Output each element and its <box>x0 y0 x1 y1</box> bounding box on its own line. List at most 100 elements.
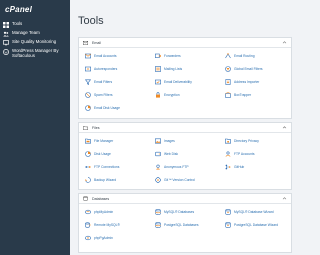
tool-label: phpPgAdmin <box>94 236 113 240</box>
tool-remote-mysql[interactable]: Remote MySQL® <box>85 221 120 229</box>
email-filters-icon <box>85 79 91 85</box>
ftp-connections-icon <box>85 166 91 168</box>
backup-wizard-icon <box>85 177 91 183</box>
tool-label: FTP Accounts <box>234 152 255 156</box>
sidebar-item-manage-team[interactable]: Manage Team <box>0 29 70 38</box>
tool-label: Mailing Lists <box>164 67 183 71</box>
tool-label: Email Filters <box>94 80 113 84</box>
spam-filters-icon <box>85 92 91 98</box>
tool-email-filters[interactable]: Email Filters <box>85 78 112 86</box>
tool-email-disk-usage[interactable]: Email Disk Usage <box>85 104 120 112</box>
tool-label: Images <box>164 139 175 143</box>
boxtrapper-icon <box>225 92 231 98</box>
cpanel-logo[interactable]: cPanel <box>5 5 32 14</box>
tool-label: Email Disk Usage <box>94 106 121 110</box>
email-accounts-icon <box>85 53 91 59</box>
tool-label: BoxTrapper <box>234 93 252 97</box>
chevron-up-icon[interactable] <box>282 125 287 130</box>
tool-postgresql-databases[interactable]: PostgreSQL Databases <box>155 221 199 229</box>
databases-panel-header[interactable]: Databases <box>79 194 291 204</box>
remote-mysql-icon <box>85 222 91 228</box>
wordpress-icon: W <box>3 49 9 55</box>
file-manager-icon <box>85 138 91 144</box>
sidebar-item-tools[interactable]: Tools <box>0 20 70 29</box>
tool-label: phpMyAdmin <box>94 210 114 214</box>
encryption-icon <box>156 92 160 98</box>
page-title: Tools <box>78 15 104 27</box>
sidebar-item-label: WordPress Manager By Softaculous <box>12 48 59 58</box>
sidebar-item-label: Tools <box>12 21 23 26</box>
tool-boxtrapper[interactable]: BoxTrapper <box>225 91 251 99</box>
tool-directory-privacy[interactable]: Directory Privacy <box>225 137 259 145</box>
main-content: Tools Email Email Accounts Forwarders Em… <box>70 0 300 255</box>
tool-phpmyadmin[interactable]: phpMyAdmin <box>85 208 113 216</box>
postgresql-databases-icon <box>155 222 161 228</box>
git-icon <box>225 164 231 170</box>
tool-mailing-lists[interactable]: Mailing Lists <box>155 65 182 73</box>
team-icon <box>3 31 9 37</box>
chevron-up-icon[interactable] <box>282 196 287 201</box>
files-panel-header[interactable]: Files <box>79 123 291 133</box>
directory-privacy-icon <box>225 138 231 144</box>
database-icon <box>83 196 88 201</box>
sidebar-item-label: Manage Team <box>12 30 40 35</box>
sidebar-nav: Tools Manage Team Site Quality Monitorin… <box>0 20 70 59</box>
disk-usage-icon <box>85 151 91 157</box>
tool-label: Directory Privacy <box>234 139 259 143</box>
phppgadmin-icon <box>85 235 91 241</box>
tool-label: Anonymous FTP <box>164 165 189 169</box>
git-version-control-icon <box>155 177 161 183</box>
tool-git-version-control[interactable]: Git™ Version Control <box>155 176 195 184</box>
tool-forwarders[interactable]: Forwarders <box>155 52 181 60</box>
tool-ftp-connections[interactable]: FTP Connections <box>85 163 119 171</box>
tool-label: PostgreSQL Databases <box>164 223 199 227</box>
tool-email-deliverability[interactable]: Email Deliverability <box>155 78 192 86</box>
tool-label: Address Importer <box>234 80 260 84</box>
tool-label: FTP Connections <box>94 165 120 169</box>
tool-encryption[interactable]: Encryption <box>155 91 180 99</box>
tool-anonymous-ftp[interactable]: Anonymous FTP <box>155 163 189 171</box>
email-panel-header[interactable]: Email <box>79 38 291 48</box>
tool-label: Email Routing <box>234 54 255 58</box>
tool-images[interactable]: Images <box>155 137 175 145</box>
sidebar-item-label: Site Quality Monitoring <box>12 39 57 44</box>
tool-email-accounts[interactable]: Email Accounts <box>85 52 117 60</box>
mysql-databases-icon <box>155 209 161 215</box>
tool-label: Git™ Version Control <box>164 178 195 182</box>
tool-phppgadmin[interactable]: phpPgAdmin <box>85 234 113 242</box>
tool-address-importer[interactable]: Address Importer <box>225 78 259 86</box>
tool-disk-usage[interactable]: Disk Usage <box>85 150 111 158</box>
folder-icon <box>83 125 88 130</box>
tool-file-manager[interactable]: File Manager <box>85 137 113 145</box>
tool-email-routing[interactable]: Email Routing <box>225 52 255 60</box>
tool-github[interactable]: GitHub <box>225 163 244 171</box>
tool-autoresponders[interactable]: Autoresponders <box>85 65 117 73</box>
tool-label: Forwarders <box>164 54 181 58</box>
address-importer-icon <box>225 79 231 85</box>
tool-postgresql-database-wizard[interactable]: PostgreSQL Database Wizard <box>225 221 278 229</box>
tool-spam-filters[interactable]: Spam Filters <box>85 91 113 99</box>
tool-mysql-database-wizard[interactable]: MySQL® Database Wizard <box>225 208 274 216</box>
tool-ftp-accounts[interactable]: FTP Accounts <box>225 150 254 158</box>
sidebar-item-wordpress-manager[interactable]: W WordPress Manager By Softaculous <box>0 47 70 59</box>
images-icon <box>155 138 161 144</box>
monitor-icon <box>3 40 9 46</box>
tool-label: Autoresponders <box>94 67 118 71</box>
forwarders-icon <box>155 53 161 58</box>
postgresql-wizard-icon <box>225 222 231 228</box>
deliverability-icon <box>155 79 161 85</box>
tool-global-email-filters[interactable]: Global Email Filters <box>225 65 263 73</box>
tool-mysql-databases[interactable]: MySQL® Databases <box>155 208 194 216</box>
email-disk-usage-icon <box>85 105 91 111</box>
grid-icon <box>3 22 9 28</box>
sidebar-item-site-quality-monitoring[interactable]: Site Quality Monitoring <box>0 38 70 47</box>
tool-label: MySQL® Databases <box>164 210 195 214</box>
tool-label: Backup Wizard <box>94 178 117 182</box>
tool-label: Encryption <box>164 93 180 97</box>
tool-web-disk[interactable]: Web Disk <box>155 150 178 158</box>
tool-backup-wizard[interactable]: Backup Wizard <box>85 176 116 184</box>
sidebar: cPanel Tools Manage Team Site Quality Mo… <box>0 0 70 255</box>
tool-label: Email Deliverability <box>164 80 192 84</box>
chevron-up-icon[interactable] <box>282 40 287 45</box>
autoresponders-icon <box>85 66 91 72</box>
